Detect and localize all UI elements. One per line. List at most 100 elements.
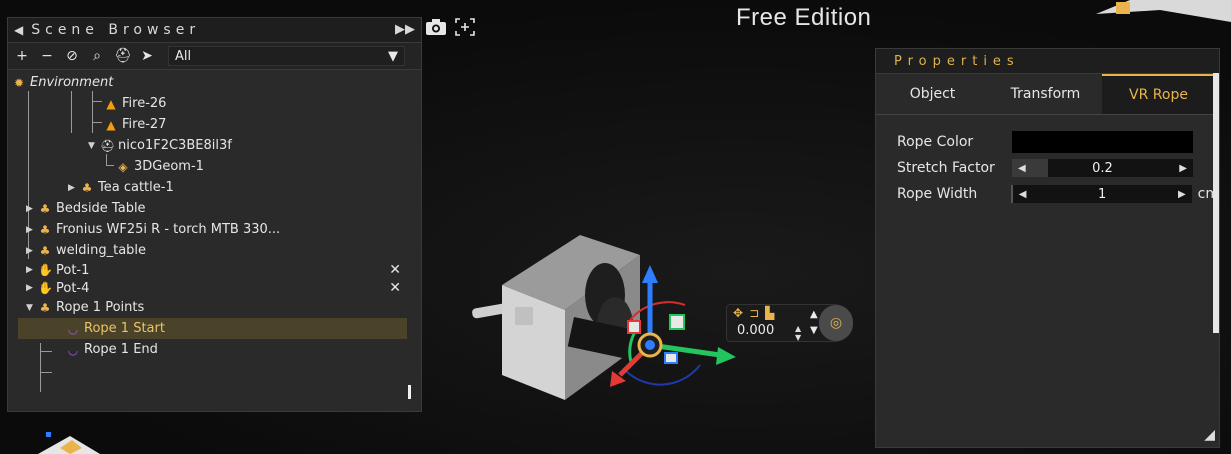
hierarchy-icon: ♣	[39, 201, 51, 216]
fire-icon: ▲	[106, 96, 116, 111]
properties-tabs: Object Transform VR Rope	[876, 74, 1219, 115]
search-icon[interactable]: ⌕	[89, 48, 105, 64]
tree-label: nico1F2C3BE8il3f	[118, 138, 232, 153]
collapsed-arrow-icon[interactable]: ▶	[26, 265, 38, 275]
resize-handle-icon[interactable]: ◢	[1204, 427, 1215, 443]
rope-color-label: Rope Color	[897, 134, 974, 150]
collapsed-arrow-icon[interactable]: ▶	[26, 246, 38, 256]
increment-icon[interactable]: ▶	[1178, 189, 1186, 200]
scene-scrollbar[interactable]	[408, 385, 411, 399]
tree-label: Tea cattle-1	[98, 180, 174, 195]
scene-browser-title: Scene Browser	[31, 22, 201, 38]
tree-row-pot-4[interactable]: ▶ ✋ Pot-4 ✕	[8, 279, 421, 297]
close-icon[interactable]: ✕	[389, 280, 401, 296]
tree-label: 3DGeom-1	[134, 159, 204, 174]
filter-select[interactable]: All ▼	[168, 46, 405, 66]
expand-panel-icon[interactable]: ▶▶	[395, 22, 415, 37]
tree-row-fire-27[interactable]: ▲ Fire-27	[8, 114, 421, 135]
tree-row-rope-start[interactable]: ◡ Rope 1 Start	[18, 318, 407, 339]
tree-row-fire-26[interactable]: ▲ Fire-26	[8, 93, 421, 114]
tree-label: Bedside Table	[56, 201, 146, 216]
tree-label: Environment	[30, 75, 114, 90]
scene-tree: ✹ Environment ▲ Fire-26 ▲ Fire-27 ▼ ⛑ ni…	[8, 70, 421, 392]
copy-icon[interactable]: ▙	[765, 306, 774, 320]
rope-width-label: Rope Width	[897, 186, 978, 202]
viewport-corner-object	[38, 432, 100, 454]
group-icon: ⛑	[100, 138, 116, 153]
link-icon[interactable]: ⊘	[64, 48, 80, 64]
gizmo-value[interactable]: 0.000	[737, 323, 774, 338]
rope-color-swatch[interactable]	[1012, 131, 1193, 153]
tree-label: Fire-27	[122, 117, 167, 132]
plus-icon[interactable]: +	[14, 48, 30, 64]
tree-row-environment[interactable]: ✹ Environment	[8, 72, 421, 93]
rope-width-slider[interactable]: ◀ 1 ▶	[1010, 185, 1192, 203]
rope-point-icon: ◡	[67, 321, 79, 336]
fire-icon: ▲	[106, 117, 116, 132]
tree-row-nico-group[interactable]: ▼ ⛑ nico1F2C3BE8il3f	[8, 135, 421, 156]
tree-row-bedside-table[interactable]: ▶ ♣ Bedside Table	[8, 198, 421, 219]
collapsed-arrow-icon[interactable]: ▶	[26, 204, 38, 214]
expanded-arrow-icon[interactable]: ▼	[88, 141, 100, 151]
tree-row-rope-points[interactable]: ▼ ♣ Rope 1 Points	[8, 297, 421, 318]
rope-width-value: 1	[1098, 186, 1107, 202]
stretch-factor-value: 0.2	[1092, 160, 1113, 176]
rope-width-row: Rope Width ◀ 1 ▶ cm	[897, 181, 1219, 207]
chevron-down-icon: ▼	[388, 48, 398, 64]
hierarchy-icon: ♣	[39, 243, 51, 258]
tree-label: Pot-4	[56, 280, 90, 296]
pointer-icon[interactable]: ➤	[139, 48, 155, 64]
scene-browser-panel: ◀ Scene Browser ▶▶ + − ⊘ ⌕ ⛑ ➤ All ▼ ✹ E…	[7, 17, 422, 412]
hierarchy-icon[interactable]: ⛑	[114, 48, 132, 64]
tree-label: Fronius WF25i R - torch MTB 330...	[56, 222, 281, 237]
frame-select-icon[interactable]	[455, 18, 475, 41]
snap-icon[interactable]: ⊐	[749, 306, 759, 320]
stretch-factor-row: Stretch Factor ◀ 0.2 ▶	[897, 155, 1219, 181]
spin-arrows-icon[interactable]: ▲ ▼	[795, 324, 801, 342]
minus-icon[interactable]: −	[39, 48, 55, 64]
tab-object[interactable]: Object	[876, 74, 989, 114]
torch-model-with-gizmo[interactable]	[460, 225, 750, 425]
properties-scrollbar[interactable]	[1213, 73, 1219, 333]
expanded-arrow-icon[interactable]: ▼	[26, 303, 38, 313]
rotate-icon[interactable]: ◎	[819, 305, 853, 341]
rope-point-icon: ◡	[67, 342, 79, 357]
stretch-factor-slider[interactable]: ◀ 0.2 ▶	[1012, 159, 1193, 177]
collapsed-arrow-icon[interactable]: ▶	[26, 283, 38, 293]
properties-title: Properties	[876, 49, 1219, 74]
tree-row-rope-end[interactable]: ◡ Rope 1 End	[8, 339, 421, 360]
collapsed-arrow-icon[interactable]: ▶	[26, 225, 38, 235]
tab-transform[interactable]: Transform	[989, 74, 1102, 114]
viewport-object-corner	[1096, 0, 1231, 22]
sun-icon: ✹	[13, 75, 25, 90]
increment-icon[interactable]: ▲	[810, 309, 818, 320]
collapsed-arrow-icon[interactable]: ▶	[68, 183, 80, 193]
tree-row-welding-table[interactable]: ▶ ♣ welding_table	[8, 240, 421, 261]
tree-label: Rope 1 Start	[84, 321, 165, 336]
geometry-icon: ◈	[118, 159, 128, 174]
tree-row-tea-cattle[interactable]: ▶ ♣ Tea cattle-1	[8, 177, 421, 198]
hierarchy-icon: ♣	[39, 222, 51, 237]
camera-icon[interactable]	[425, 18, 447, 41]
hand-icon: ✋	[38, 281, 53, 295]
close-icon[interactable]: ✕	[389, 262, 401, 278]
move-icon[interactable]: ✥	[733, 306, 743, 320]
stretch-factor-label: Stretch Factor	[897, 160, 995, 176]
scene-browser-header[interactable]: ◀ Scene Browser ▶▶	[8, 18, 421, 43]
edition-watermark: Free Edition	[736, 4, 872, 31]
collapse-panel-icon[interactable]: ◀	[14, 23, 23, 37]
tab-vr-rope[interactable]: VR Rope	[1102, 74, 1215, 114]
tree-row-pot-1[interactable]: ▶ ✋ Pot-1 ✕	[8, 261, 421, 279]
filter-value: All	[175, 48, 192, 64]
tree-label: Rope 1 Points	[56, 300, 145, 315]
transform-widget[interactable]: ✥ ⊐ ▙ 0.000 ▲ ▼ ▲ ▼ ◎	[726, 304, 853, 342]
tree-label: Rope 1 End	[84, 342, 158, 357]
tree-label: Fire-26	[122, 96, 167, 111]
hand-icon: ✋	[38, 263, 53, 277]
properties-panel: Properties Object Transform VR Rope Rope…	[875, 48, 1220, 448]
tree-row-fronius[interactable]: ▶ ♣ Fronius WF25i R - torch MTB 330...	[8, 219, 421, 240]
increment-icon[interactable]: ▶	[1179, 163, 1187, 174]
hierarchy-icon: ♣	[81, 180, 93, 195]
tree-row-3dgeom[interactable]: ◈ 3DGeom-1	[8, 156, 421, 177]
decrement-icon[interactable]: ▼	[810, 325, 818, 336]
